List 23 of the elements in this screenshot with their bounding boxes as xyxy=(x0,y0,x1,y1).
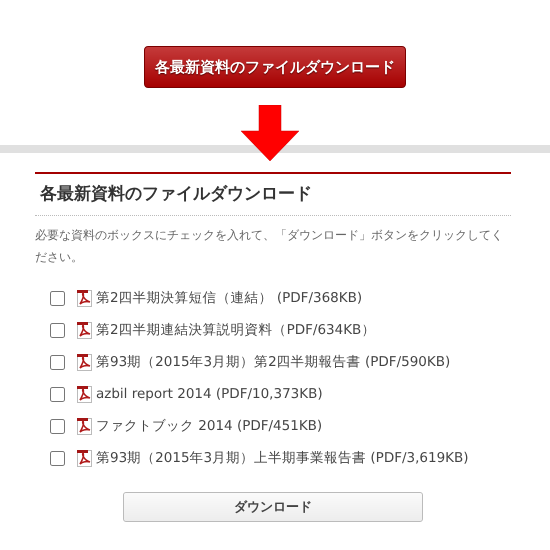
checkbox[interactable] xyxy=(50,354,65,370)
file-label[interactable]: 第2四半期連結決算説明資料（PDF/634KB） xyxy=(96,321,376,339)
checkbox[interactable] xyxy=(50,290,65,306)
file-label[interactable]: 第93期（2015年3月期）第2四半期報告書 (PDF/590KB) xyxy=(96,353,450,371)
pdf-icon xyxy=(77,418,92,434)
pdf-icon xyxy=(77,450,92,466)
down-arrow-icon xyxy=(241,105,299,161)
checkbox[interactable] xyxy=(50,418,65,434)
pdf-icon xyxy=(77,290,92,306)
pdf-icon xyxy=(77,354,92,370)
file-label[interactable]: azbil report 2014 (PDF/10,373KB) xyxy=(96,386,323,402)
pdf-icon xyxy=(77,386,92,402)
pdf-icon xyxy=(77,322,92,338)
download-section-button[interactable]: 各最新資料のファイルダウンロード xyxy=(144,46,406,88)
checkbox[interactable] xyxy=(50,386,65,402)
checkbox[interactable] xyxy=(50,322,65,338)
download-button[interactable]: ダウンロード xyxy=(123,492,423,522)
instructions-text: 必要な資料のボックスにチェックを入れて、「ダウンロード」ボタンをクリックしてください。 xyxy=(35,227,504,266)
section-heading: 各最新資料のファイルダウンロード xyxy=(35,174,511,216)
file-label[interactable]: 第93期（2015年3月期）上半期事業報告書 (PDF/3,619KB) xyxy=(96,449,469,467)
file-label[interactable]: ファクトブック 2014 (PDF/451KB) xyxy=(96,417,322,435)
checkbox[interactable] xyxy=(50,450,65,466)
file-label[interactable]: 第2四半期決算短信（連結） (PDF/368KB) xyxy=(96,289,362,307)
